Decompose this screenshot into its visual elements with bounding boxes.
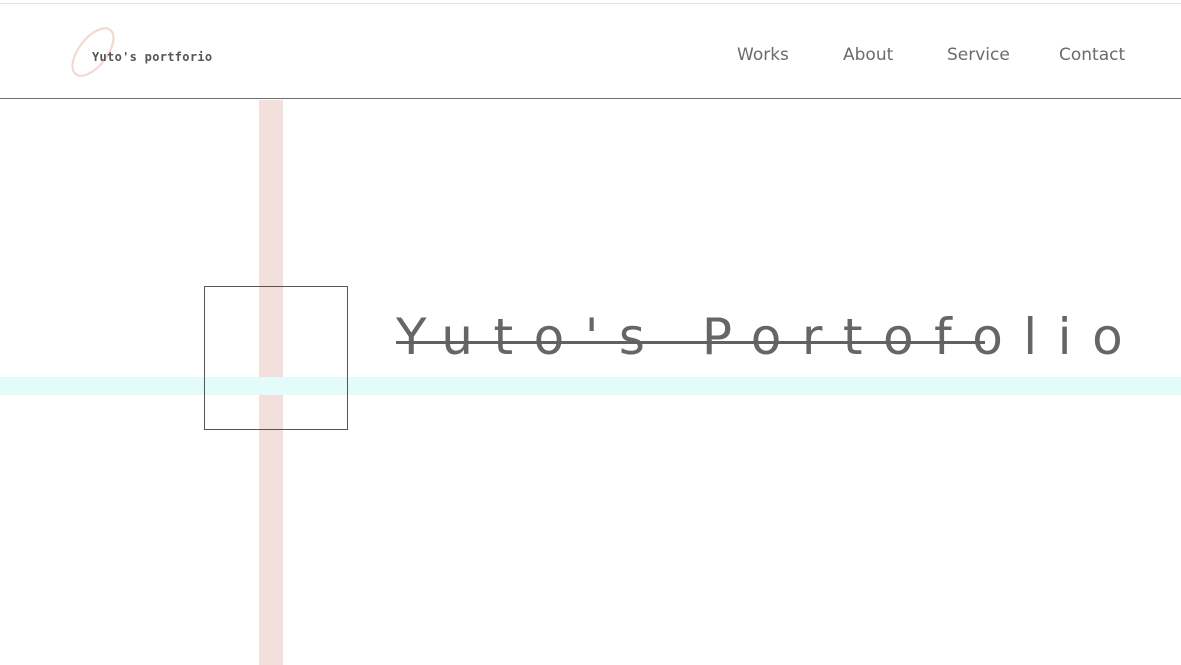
nav-service[interactable]: Service xyxy=(947,45,1010,65)
nav-about[interactable]: About xyxy=(843,45,893,65)
nav-works[interactable]: Works xyxy=(737,45,789,65)
outline-square xyxy=(204,286,348,430)
site-header: Yuto's portforio Works About Service Con… xyxy=(0,4,1181,99)
hero-title: Yuto's Portofolio xyxy=(396,308,1144,366)
horizontal-accent-stripe xyxy=(0,377,1181,395)
main-nav: Works About Service Contact xyxy=(0,45,1181,67)
nav-contact[interactable]: Contact xyxy=(1059,45,1125,65)
hero-title-strikethrough xyxy=(396,341,985,344)
